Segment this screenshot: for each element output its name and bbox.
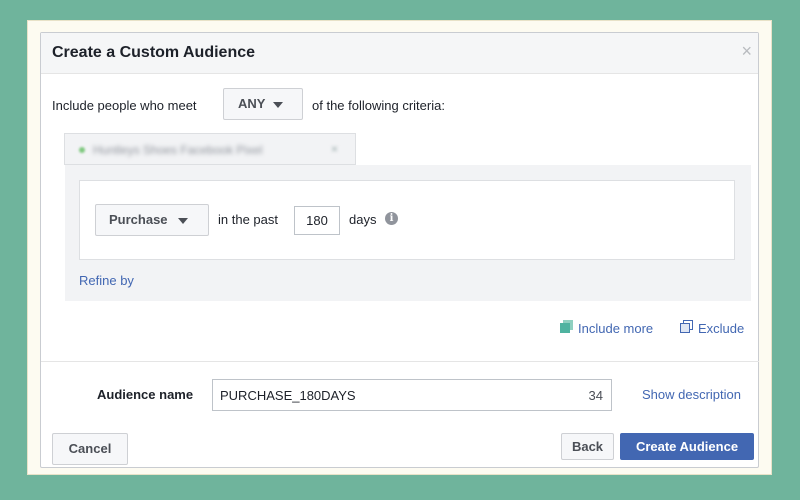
create-audience-button[interactable]: Create Audience <box>620 433 754 460</box>
chevron-down-icon <box>177 217 188 224</box>
rule-box: Purchase in the past days i <box>79 180 735 260</box>
match-dropdown[interactable]: ANY <box>223 88 303 120</box>
pixel-name: Huntleys Shoes Facebook Pixel <box>93 143 263 157</box>
rule-panel: Purchase in the past days i Refine by <box>65 165 751 301</box>
remove-pixel-icon[interactable]: × <box>331 142 338 156</box>
event-value: Purchase <box>109 212 168 227</box>
info-icon[interactable]: i <box>385 212 398 225</box>
pixel-source-chip[interactable]: Huntleys Shoes Facebook Pixel × <box>64 133 356 165</box>
exclude-label: Exclude <box>698 321 745 336</box>
event-dropdown[interactable]: Purchase <box>95 204 209 236</box>
dialog-title: Create a Custom Audience <box>52 44 256 61</box>
criteria-prefix: Include people who meet <box>52 98 197 113</box>
cancel-button[interactable]: Cancel <box>52 433 128 465</box>
chevron-down-icon <box>273 101 284 108</box>
refine-by-link[interactable]: Refine by <box>79 273 134 288</box>
show-description-link[interactable]: Show description <box>642 387 741 402</box>
audience-name-label: Audience name <box>97 387 194 402</box>
back-button[interactable]: Back <box>561 433 614 460</box>
close-icon[interactable]: × <box>741 42 752 60</box>
match-value: ANY <box>238 96 266 111</box>
include-more-icon <box>560 320 574 334</box>
pixel-status-dot <box>79 147 85 153</box>
divider <box>41 361 759 362</box>
audience-name-value: PURCHASE_180DAYS <box>220 388 356 403</box>
days-input[interactable] <box>294 206 340 235</box>
include-more-label: Include more <box>578 321 654 336</box>
days-label: days <box>349 212 377 227</box>
exclude-icon <box>680 320 694 334</box>
char-count: 34 <box>588 388 603 403</box>
in-the-past-label: in the past <box>218 212 278 227</box>
audience-name-field[interactable]: PURCHASE_180DAYS 34 <box>212 379 612 411</box>
criteria-suffix: of the following criteria: <box>312 98 445 113</box>
dialog-header: Create a Custom Audience × <box>41 33 758 74</box>
